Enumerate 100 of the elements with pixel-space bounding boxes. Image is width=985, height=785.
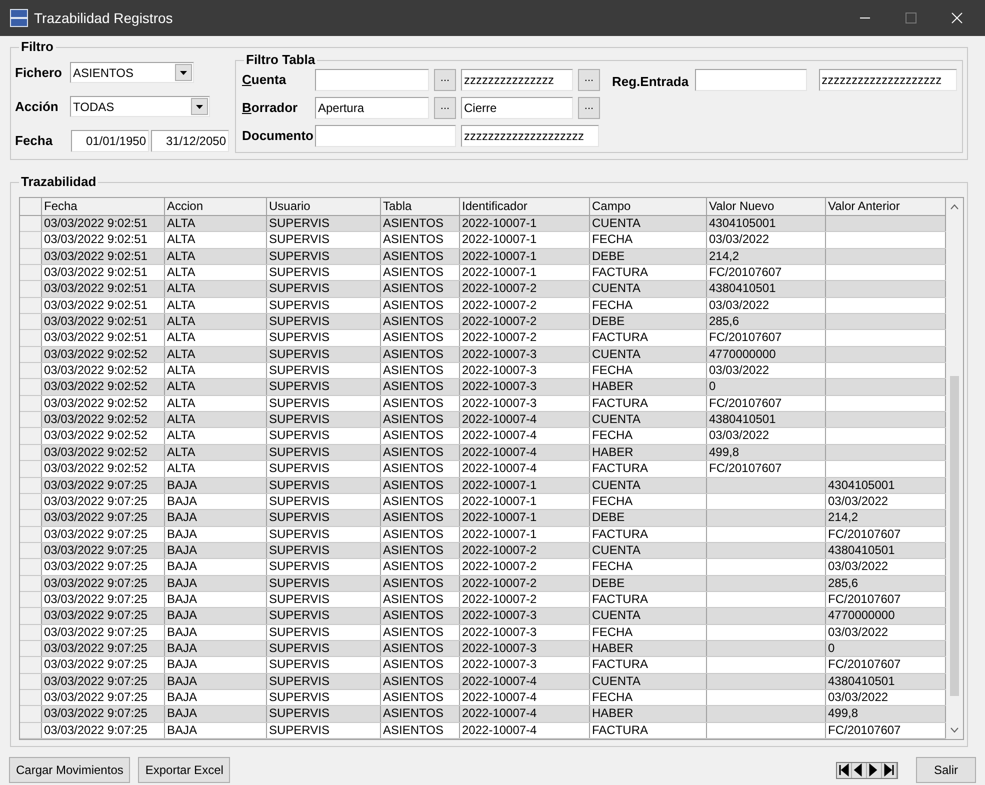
table-cell: 2022-10007-4 xyxy=(460,706,590,722)
table-cell: ASIENTOS xyxy=(381,379,460,395)
table-cell: 2022-10007-3 xyxy=(460,657,590,673)
exit-button[interactable]: Salir xyxy=(916,757,976,783)
row-header[interactable] xyxy=(20,624,42,640)
input-field[interactable]: zzzzzzzzzzzzzzz xyxy=(461,69,573,91)
table-cell: 2022-10007-2 xyxy=(460,576,590,591)
table-cell: 2022-10007-1 xyxy=(460,526,590,542)
table-cell: ASIENTOS xyxy=(381,216,460,232)
field-label: Borrador xyxy=(242,99,299,118)
table-cell: ASIENTOS xyxy=(381,314,460,330)
row-header[interactable] xyxy=(20,690,42,706)
input-field[interactable] xyxy=(694,69,807,91)
row-header[interactable] xyxy=(20,265,42,280)
column-header[interactable]: Fecha xyxy=(42,198,165,215)
row-header[interactable] xyxy=(20,608,42,624)
row-header[interactable] xyxy=(20,412,42,428)
row-header[interactable] xyxy=(20,494,42,510)
dropdown[interactable]: TODAS xyxy=(70,96,210,117)
input-field[interactable]: Apertura xyxy=(315,97,429,119)
table-cell: SUPERVIS xyxy=(267,542,381,558)
table-cell: ALTA xyxy=(165,363,267,378)
column-header[interactable]: Identificador xyxy=(460,198,590,215)
table-cell: ASIENTOS xyxy=(381,428,460,444)
table-cell: CUENTA xyxy=(590,542,707,558)
row-header[interactable] xyxy=(20,526,42,542)
table-cell: 03/03/2022 9:02:51 xyxy=(42,232,165,248)
row-header[interactable] xyxy=(20,281,42,297)
table-cell: FACTURA xyxy=(590,461,707,476)
table-cell: ALTA xyxy=(165,216,267,232)
row-header[interactable] xyxy=(20,444,42,460)
column-header[interactable]: Tabla xyxy=(381,198,460,215)
table-cell: CUENTA xyxy=(590,281,707,297)
browse-button[interactable]: ... xyxy=(434,69,456,91)
date-to-field[interactable]: 31/12/2050 xyxy=(151,130,229,152)
input-field[interactable]: zzzzzzzzzzzzzzzzzzzz xyxy=(461,125,599,147)
row-header[interactable] xyxy=(20,363,42,378)
row-header[interactable] xyxy=(20,298,42,314)
table-cell: 03/03/2022 9:07:25 xyxy=(42,576,165,591)
row-header[interactable] xyxy=(20,559,42,575)
row-header[interactable] xyxy=(20,314,42,330)
table-cell: BAJA xyxy=(165,640,267,656)
table-cell: BAJA xyxy=(165,494,267,510)
row-header[interactable] xyxy=(20,640,42,656)
table-cell: 4380410501 xyxy=(707,412,826,428)
table-cell: ASIENTOS xyxy=(381,674,460,689)
dropdown[interactable]: ASIENTOS xyxy=(70,62,194,83)
row-header[interactable] xyxy=(20,542,42,558)
column-header[interactable]: Campo xyxy=(590,198,707,215)
input-field[interactable] xyxy=(315,125,456,147)
table-cell: SUPERVIS xyxy=(267,216,381,232)
row-header[interactable] xyxy=(20,428,42,444)
date-from-field[interactable]: 01/01/1950 xyxy=(71,130,149,152)
scroll-up-icon xyxy=(950,204,959,210)
row-header[interactable] xyxy=(20,346,42,362)
input-field[interactable]: Cierre xyxy=(461,97,573,119)
row-header[interactable] xyxy=(20,478,42,493)
row-header[interactable] xyxy=(20,722,42,738)
column-header[interactable]: Usuario xyxy=(267,198,381,215)
table-cell: ASIENTOS xyxy=(381,526,460,542)
row-header[interactable] xyxy=(20,592,42,608)
row-header[interactable] xyxy=(20,576,42,591)
action-button[interactable]: Cargar Movimientos xyxy=(9,757,130,783)
table-cell: ALTA xyxy=(165,412,267,428)
table-cell: SUPERVIS xyxy=(267,298,381,314)
input-field[interactable]: zzzzzzzzzzzzzzzzzzzz xyxy=(818,69,957,91)
table-cell: 03/03/2022 9:02:52 xyxy=(42,428,165,444)
browse-button[interactable]: ... xyxy=(434,97,456,119)
row-header[interactable] xyxy=(20,510,42,526)
row-header[interactable] xyxy=(20,396,42,412)
action-button[interactable]: Exportar Excel xyxy=(138,757,230,783)
row-header[interactable] xyxy=(20,674,42,689)
row-header[interactable] xyxy=(20,461,42,476)
close-icon[interactable] xyxy=(951,12,963,24)
row-header[interactable] xyxy=(20,657,42,673)
input-field[interactable] xyxy=(315,69,429,91)
table-cell: 03/03/2022 9:07:25 xyxy=(42,722,165,738)
table-cell: 2022-10007-4 xyxy=(460,674,590,689)
row-header[interactable] xyxy=(20,248,42,264)
column-header[interactable]: Valor Nuevo xyxy=(707,198,826,215)
table-cell: FECHA xyxy=(590,690,707,706)
row-header[interactable] xyxy=(20,379,42,395)
column-header[interactable]: Valor Anterior xyxy=(826,198,946,215)
row-header[interactable] xyxy=(20,216,42,232)
table-cell: 03/03/2022 9:07:25 xyxy=(42,510,165,526)
dropdown-arrow-icon xyxy=(180,70,187,74)
table-cell: ASIENTOS xyxy=(381,396,460,412)
maximize-icon[interactable] xyxy=(905,12,917,24)
scrollbar[interactable] xyxy=(946,198,963,739)
record-navigator[interactable] xyxy=(836,762,898,778)
table-cell: 03/03/2022 9:07:25 xyxy=(42,657,165,673)
row-header[interactable] xyxy=(20,706,42,722)
row-header[interactable] xyxy=(20,232,42,248)
table-cell: 03/03/2022 9:02:52 xyxy=(42,379,165,395)
column-header[interactable]: Accion xyxy=(165,198,267,215)
browse-button[interactable]: ... xyxy=(578,69,600,91)
scrollbar-thumb[interactable] xyxy=(950,376,959,696)
browse-button[interactable]: ... xyxy=(578,97,600,119)
table-cell: 2022-10007-1 xyxy=(460,232,590,248)
row-header[interactable] xyxy=(20,330,42,346)
